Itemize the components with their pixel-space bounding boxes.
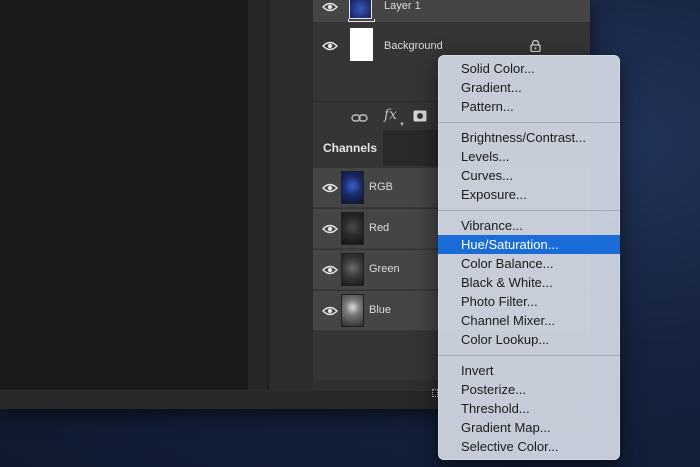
- document-canvas[interactable]: [0, 0, 248, 390]
- eye-icon[interactable]: [322, 265, 338, 275]
- menu-item-black-white[interactable]: Black & White...: [438, 273, 620, 292]
- menu-item-brightness-contrast[interactable]: Brightness/Contrast...: [438, 128, 620, 147]
- mask-icon[interactable]: [413, 109, 427, 127]
- menu-item-photo-filter[interactable]: Photo Filter...: [438, 292, 620, 311]
- menu-item-invert[interactable]: Invert: [438, 361, 620, 380]
- menu-item-color-lookup[interactable]: Color Lookup...: [438, 330, 620, 349]
- menu-separator: [438, 122, 620, 123]
- menu-item-hue-saturation[interactable]: Hue/Saturation...: [438, 235, 620, 254]
- menu-separator: [438, 210, 620, 211]
- menu-item-gradient[interactable]: Gradient...: [438, 78, 620, 97]
- channel-thumbnail: [341, 171, 364, 204]
- menu-item-gradient-map[interactable]: Gradient Map...: [438, 418, 620, 437]
- layer-thumbnail: [350, 28, 373, 61]
- fx-icon[interactable]: fx: [384, 107, 397, 123]
- menu-separator: [438, 355, 620, 356]
- layer-row-layer-1[interactable]: Layer 1: [313, 0, 590, 22]
- menu-item-solid-color[interactable]: Solid Color...: [438, 59, 620, 78]
- menu-item-vibrance[interactable]: Vibrance...: [438, 216, 620, 235]
- menu-item-levels[interactable]: Levels...: [438, 147, 620, 166]
- new-adjustment-layer-menu: Solid Color... Gradient... Pattern... Br…: [438, 55, 620, 460]
- channel-name: Red: [369, 222, 390, 234]
- eye-icon[interactable]: [322, 41, 338, 51]
- panel-gutter: [269, 0, 313, 390]
- channel-name: Blue: [369, 304, 392, 316]
- menu-item-color-balance[interactable]: Color Balance...: [438, 254, 620, 273]
- menu-item-threshold[interactable]: Threshold...: [438, 399, 620, 418]
- menu-item-exposure[interactable]: Exposure...: [438, 185, 620, 204]
- tab-channels[interactable]: Channels: [313, 130, 383, 166]
- menu-item-pattern[interactable]: Pattern...: [438, 97, 620, 116]
- layer-name[interactable]: Layer 1: [384, 0, 421, 12]
- menu-item-posterize[interactable]: Posterize...: [438, 380, 620, 399]
- layer-name[interactable]: Background: [384, 40, 443, 52]
- channel-thumbnail: [341, 294, 364, 327]
- eye-icon[interactable]: [322, 306, 338, 316]
- fx-dropdown-indicator: ▼: [399, 122, 405, 128]
- menu-item-selective-color[interactable]: Selective Color...: [438, 437, 620, 456]
- eye-icon[interactable]: [322, 224, 338, 234]
- layer-thumbnail-bracket: [348, 19, 375, 22]
- panel-dock-divider[interactable]: [248, 0, 268, 390]
- menu-item-channel-mixer[interactable]: Channel Mixer...: [438, 311, 620, 330]
- eye-icon[interactable]: [322, 2, 338, 12]
- eye-icon[interactable]: [322, 183, 338, 193]
- channel-name: Green: [369, 263, 400, 275]
- channel-thumbnail: [341, 253, 364, 286]
- channel-name: RGB: [369, 181, 393, 193]
- link-icon[interactable]: [351, 110, 368, 128]
- channel-thumbnail: [341, 212, 364, 245]
- menu-item-curves[interactable]: Curves...: [438, 166, 620, 185]
- layer-thumbnail: [349, 0, 372, 19]
